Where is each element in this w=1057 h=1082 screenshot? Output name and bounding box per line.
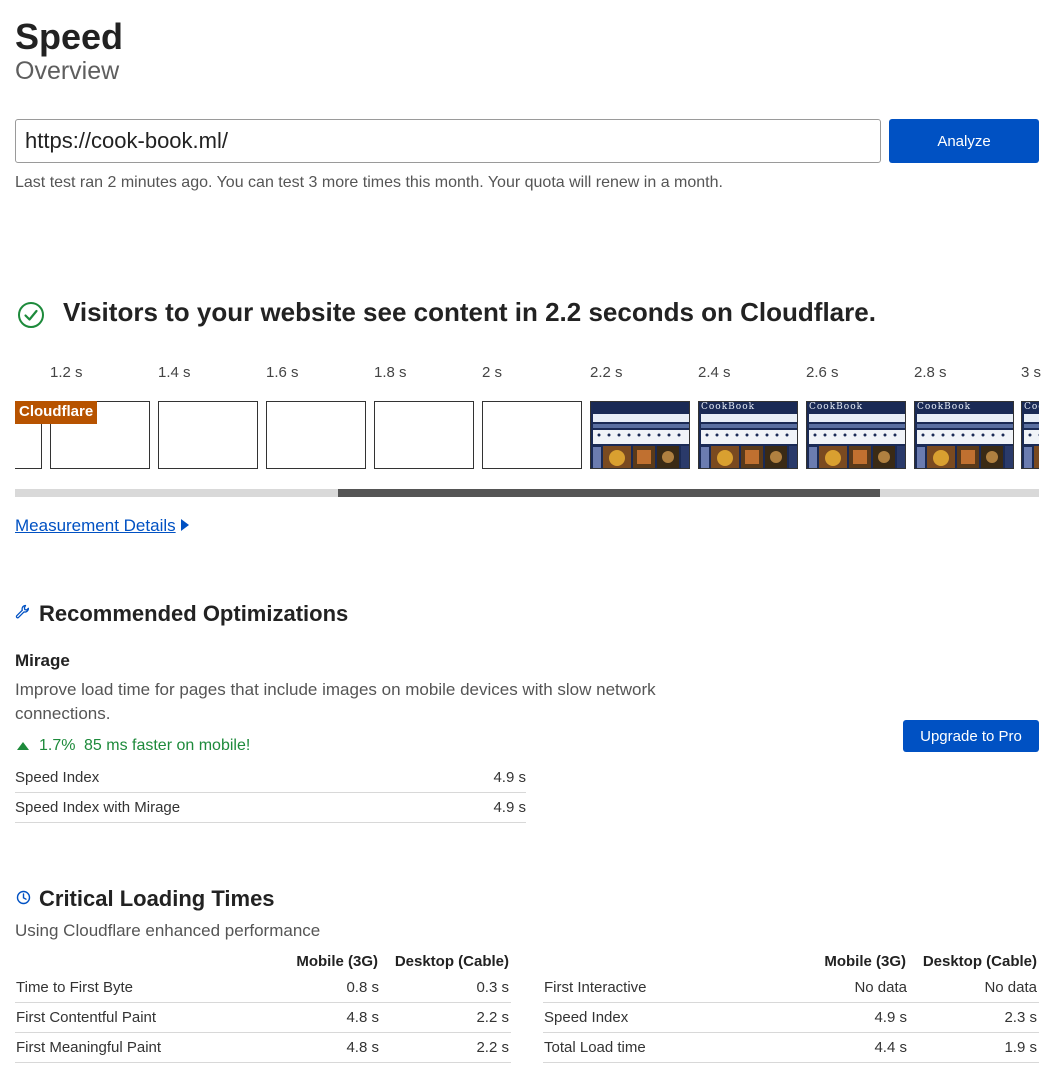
row-label: Speed Index with Mirage (15, 799, 181, 816)
quota-text: Last test ran 2 minutes ago. You can tes… (15, 174, 723, 191)
mirage-gain-percent: 1.7% (39, 737, 76, 754)
wrench-icon (15, 604, 29, 619)
filmstrip-frame[interactable]: CookBook (1021, 401, 1039, 469)
url-input[interactable] (15, 119, 881, 163)
filmstrip-tick-label: 2.6 s (806, 364, 839, 381)
critical-row: First Interactive No data No data (543, 973, 1039, 1003)
col-header-mobile: Mobile (3G) (296, 953, 378, 970)
filmstrip-frame[interactable] (482, 401, 582, 469)
critical-row: First Contentful Paint 4.8 s 2.2 s (15, 1003, 511, 1033)
page-preview-thumbnail (591, 402, 689, 468)
metric-label: Total Load time (544, 1039, 646, 1056)
mirage-row: Speed Index 4.9 s (15, 763, 526, 793)
upgrade-to-pro-button[interactable]: Upgrade to Pro (903, 720, 1039, 752)
metric-label: First Interactive (544, 979, 647, 996)
mirage-description: Improve load time for pages that include… (15, 680, 656, 723)
metric-mobile-value: 4.9 s (874, 1009, 907, 1026)
metric-mobile-value: No data (854, 979, 907, 996)
caret-right-icon[interactable] (181, 519, 189, 531)
metric-mobile-value: 4.8 s (346, 1009, 379, 1026)
filmstrip-frame[interactable] (266, 401, 366, 469)
filmstrip-tick-label: 3 s (1021, 364, 1042, 381)
critical-subtitle: Using Cloudflare enhanced performance (15, 921, 321, 940)
metric-mobile-value: 4.4 s (874, 1039, 907, 1056)
metric-label: Speed Index (544, 1009, 629, 1026)
filmstrip-tick-label: 1.2 s (50, 364, 83, 381)
page-title: Speed (15, 16, 124, 57)
page-subtitle: Overview (15, 57, 120, 85)
metric-desktop-value: No data (984, 979, 1037, 996)
filmstrip-tick-label: 1.8 s (374, 364, 407, 381)
filmstrip-scrollbar-thumb[interactable] (337, 489, 881, 497)
metric-mobile-value: 4.8 s (346, 1039, 379, 1056)
filmstrip-frame[interactable]: CookBook (914, 401, 1014, 469)
critical-row: Speed Index 4.9 s 2.3 s (543, 1003, 1039, 1033)
col-header-mobile: Mobile (3G) (824, 953, 906, 970)
row-label: Speed Index (15, 769, 100, 786)
metric-label: First Contentful Paint (16, 1009, 157, 1026)
metric-desktop-value: 2.3 s (1004, 1009, 1037, 1026)
filmstrip-tick-label: 2.4 s (698, 364, 731, 381)
clock-icon (16, 890, 31, 905)
critical-row: First Meaningful Paint 4.8 s 2.2 s (15, 1033, 511, 1063)
site-brand-text: CookBook (701, 402, 756, 412)
check-circle-icon (18, 302, 44, 328)
result-headline: Visitors to your website see content in … (63, 297, 876, 327)
critical-heading: Critical Loading Times (39, 886, 275, 911)
mirage-title: Mirage (15, 651, 70, 670)
filmstrip-tick-label: 2.8 s (914, 364, 947, 381)
critical-row: Time to First Byte 0.8 s 0.3 s (15, 973, 511, 1003)
site-brand-text: CookBook (809, 402, 864, 412)
metric-label: First Meaningful Paint (16, 1039, 162, 1056)
filmstrip-tick-label: 1.4 s (158, 364, 191, 381)
filmstrip-tick-label: 2 s (482, 364, 503, 381)
measurement-details-link[interactable]: Measurement Details (15, 516, 176, 536)
filmstrip-tick-label: 1.6 s (266, 364, 299, 381)
metric-desktop-value: 2.2 s (476, 1039, 509, 1056)
filmstrip-frame[interactable] (374, 401, 474, 469)
optimizations-heading: Recommended Optimizations (39, 601, 349, 626)
filmstrip-tick-label: 2.2 s (590, 364, 623, 381)
filmstrip-frame[interactable] (158, 401, 258, 469)
metric-desktop-value: 1.9 s (1004, 1039, 1037, 1056)
filmstrip-frame[interactable] (590, 401, 690, 469)
mirage-gain-text: 85 ms faster on mobile! (84, 737, 251, 754)
filmstrip-frame[interactable]: CookBook (806, 401, 906, 469)
metric-desktop-value: 2.2 s (476, 1009, 509, 1026)
mirage-row: Speed Index with Mirage 4.9 s (15, 793, 526, 823)
site-brand-text: CookBook (1024, 402, 1039, 412)
site-brand-text: CookBook (917, 402, 972, 412)
critical-row: Total Load time 4.4 s 1.9 s (543, 1033, 1039, 1063)
col-header-desktop: Desktop (Cable) (922, 953, 1037, 970)
metric-mobile-value: 0.8 s (346, 979, 379, 996)
cloudflare-badge: Cloudflare (15, 401, 98, 424)
filmstrip-frame[interactable]: CookBook (698, 401, 798, 469)
row-value: 4.9 s (493, 769, 526, 786)
metric-desktop-value: 0.3 s (476, 979, 509, 996)
analyze-button[interactable]: Analyze (889, 119, 1039, 163)
arrow-up-icon (17, 742, 29, 750)
row-value: 4.9 s (493, 799, 526, 816)
metric-label: Time to First Byte (16, 979, 133, 996)
col-header-desktop: Desktop (Cable) (394, 953, 509, 970)
